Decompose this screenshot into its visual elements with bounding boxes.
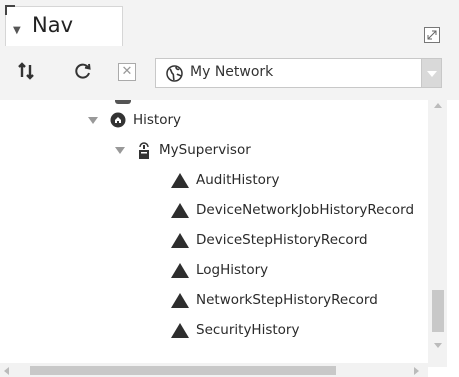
tree-node-securityhistory[interactable]: SecurityHistory <box>171 318 299 342</box>
tree-node-label: LogHistory <box>196 262 269 278</box>
tree-node-label: AuditHistory <box>196 172 280 188</box>
globe-icon <box>166 65 183 82</box>
tree-node-label: NetworkStepHistoryRecord <box>196 292 378 308</box>
scroll-down-icon[interactable] <box>434 343 442 348</box>
tree-node-mysupervisor[interactable]: MySupervisor <box>115 138 251 162</box>
tree-node-label: DeviceStepHistoryRecord <box>196 232 368 248</box>
close-icon[interactable]: ✕ <box>118 63 136 81</box>
tree-node-devicenetworkjobhistoryrecord[interactable]: DeviceNetworkJobHistoryRecord <box>171 198 414 222</box>
tree-node-label: SecurityHistory <box>196 322 300 338</box>
history-record-icon <box>171 292 189 308</box>
history-record-icon <box>171 232 189 248</box>
refresh-icon[interactable] <box>73 61 93 81</box>
tab-menu-arrow-icon[interactable]: ▼ <box>13 25 21 36</box>
vertical-scroll-thumb[interactable] <box>432 290 444 332</box>
scroll-up-icon[interactable] <box>434 103 442 108</box>
station-icon <box>139 141 149 159</box>
tree-node-audithistory[interactable]: AuditHistory <box>171 168 279 192</box>
horizontal-scroll-thumb[interactable] <box>30 366 336 375</box>
history-record-icon <box>171 262 189 278</box>
history-record-icon <box>171 322 189 338</box>
history-record-icon <box>171 202 189 218</box>
tree-node-history[interactable]: History <box>88 108 181 132</box>
tab-label: Nav <box>32 13 74 37</box>
maximize-icon[interactable] <box>424 27 440 43</box>
scroll-left-icon[interactable] <box>4 367 9 375</box>
tree-node-label: MySupervisor <box>159 142 251 158</box>
nav-tree: History MySupervisor AuditHistory Device… <box>0 100 459 377</box>
dropdown-caret-icon <box>427 71 437 77</box>
tree-node-devicestephistoryrecord[interactable]: DeviceStepHistoryRecord <box>171 228 368 252</box>
partial-node-icon <box>115 100 131 104</box>
history-record-icon <box>171 172 189 188</box>
tree-node-label: DeviceNetworkJobHistoryRecord <box>196 202 415 218</box>
history-icon <box>110 112 126 128</box>
ord-select-value: My Network <box>190 64 274 80</box>
tree-node-networkstephistoryrecord[interactable]: NetworkStepHistoryRecord <box>171 288 378 312</box>
tab-corner-mark <box>5 5 15 15</box>
tree-node-label: History <box>133 112 182 128</box>
expander-icon[interactable] <box>88 116 98 124</box>
tree-node-loghistory[interactable]: LogHistory <box>171 258 268 282</box>
sort-toggle-icon[interactable] <box>16 61 36 81</box>
scroll-right-icon[interactable] <box>414 367 419 375</box>
expander-icon[interactable] <box>115 146 125 154</box>
